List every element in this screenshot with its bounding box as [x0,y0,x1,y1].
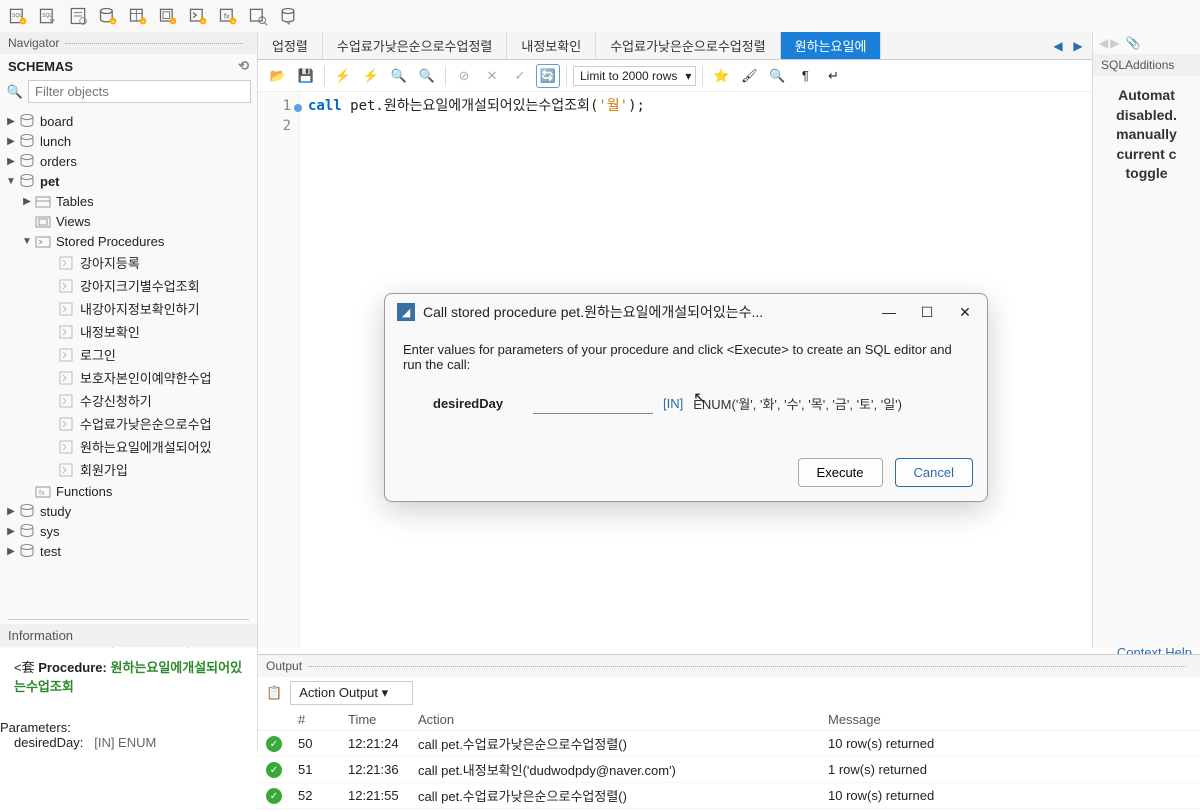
minimize-icon[interactable]: — [879,304,899,321]
dialog-instruction: Enter values for parameters of your proc… [403,342,969,372]
param-name-label: desiredDay [433,396,523,411]
param-value-input[interactable] [533,392,653,414]
dialog-title-text: Call stored procedure pet.원하는요일에개설되어있는수.… [423,302,763,322]
param-direction: [IN] [663,396,683,411]
maximize-icon[interactable]: ☐ [917,304,937,321]
dialog-app-icon: ◢ [397,303,415,321]
call-procedure-dialog: ◢ Call stored procedure pet.원하는요일에개설되어있는… [384,293,988,502]
execute-button[interactable]: Execute [798,458,883,487]
close-icon[interactable]: ✕ [955,304,975,321]
param-row: desiredDay [IN] ENUM('월', '화', '수', '목',… [403,388,969,442]
dialog-backdrop: ◢ Call stored procedure pet.원하는요일에개설되어있는… [0,0,1200,812]
param-type: ENUM('월', '화', '수', '목', '금', '토', '일') [693,394,902,413]
cancel-button[interactable]: Cancel [895,458,973,487]
